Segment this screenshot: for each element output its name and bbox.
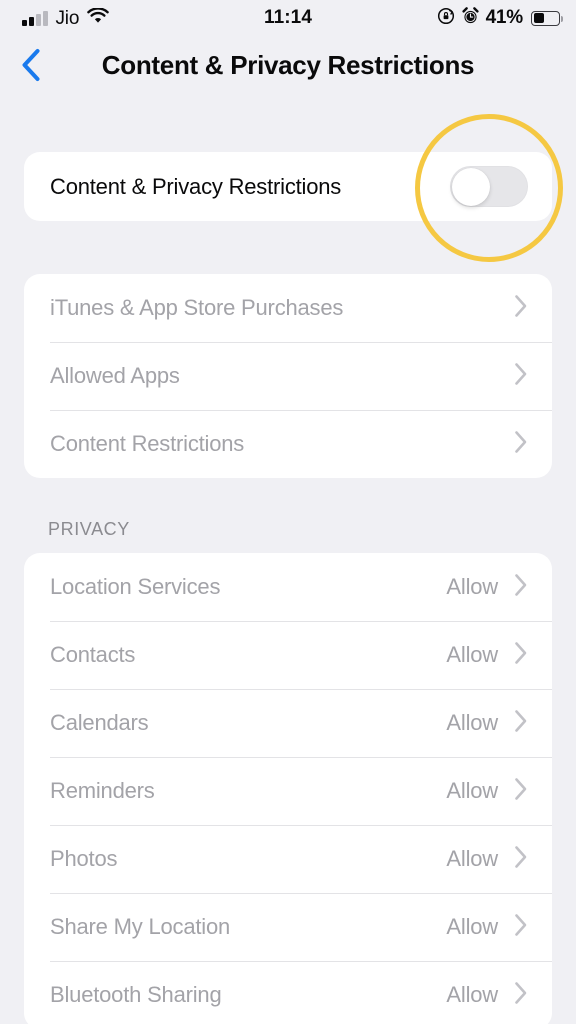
privacy-item-row[interactable]: Location Services Allow: [24, 553, 552, 621]
privacy-section-header: PRIVACY: [48, 519, 130, 539]
restriction-item-row[interactable]: iTunes & App Store Purchases: [24, 274, 552, 342]
privacy-item-row[interactable]: Reminders Allow: [24, 757, 552, 825]
privacy-item-label: Photos: [50, 846, 118, 871]
chevron-right-icon: [514, 294, 528, 323]
privacy-item-label: Calendars: [50, 710, 149, 735]
chevron-right-icon: [514, 362, 528, 391]
privacy-item-row[interactable]: Bluetooth Sharing Allow: [24, 961, 552, 1024]
chevron-right-icon: [514, 913, 528, 942]
privacy-item-value: Allow: [446, 846, 498, 871]
alarm-clock-icon: [461, 6, 479, 30]
privacy-item-label: Contacts: [50, 642, 136, 667]
battery-percentage-label: 41%: [485, 7, 524, 28]
privacy-card: Location Services Allow Contacts Allow Calen…: [24, 553, 552, 1024]
content-privacy-restrictions-label: Content & Privacy Restrictions: [50, 173, 342, 199]
privacy-item-value: Allow: [446, 710, 498, 735]
chevron-right-icon: [514, 641, 528, 670]
privacy-item-value: Allow: [446, 982, 498, 1007]
chevron-right-icon: [514, 981, 528, 1010]
privacy-item-value: Allow: [446, 574, 498, 599]
privacy-item-label: Share My Location: [50, 914, 231, 939]
page-title: Content & Privacy Restrictions: [101, 50, 475, 80]
privacy-item-value: Allow: [446, 642, 498, 667]
status-bar: Jio 11:14 41%: [0, 0, 576, 36]
restriction-item-row[interactable]: Allowed Apps: [24, 342, 552, 410]
content-privacy-toggle-card: Content & Privacy Restrictions: [24, 152, 552, 221]
restriction-item-label: iTunes & App Store Purchases: [50, 295, 344, 320]
privacy-item-label: Bluetooth Sharing: [50, 982, 222, 1007]
rotation-lock-icon: [437, 7, 455, 30]
battery-icon: [531, 10, 563, 26]
privacy-item-row[interactable]: Contacts Allow: [24, 621, 552, 689]
privacy-item-value: Allow: [446, 778, 498, 803]
content-privacy-restrictions-toggle[interactable]: [450, 166, 528, 207]
privacy-item-label: Location Services: [50, 574, 221, 599]
restriction-item-label: Content Restrictions: [50, 431, 245, 456]
privacy-item-label: Reminders: [50, 778, 155, 803]
status-bar-right: 41%: [437, 6, 563, 30]
chevron-right-icon: [514, 845, 528, 874]
restriction-item-row[interactable]: Content Restrictions: [24, 410, 552, 478]
restrictions-card: iTunes & App Store Purchases Allowed Apps…: [24, 274, 552, 478]
chevron-right-icon: [514, 430, 528, 459]
toggle-knob: [451, 167, 490, 206]
navigation-bar: Content & Privacy Restrictions: [0, 36, 576, 98]
iphone-settings-screen: Jio 11:14 41% Content & Privacy Restrict…: [0, 0, 576, 1024]
privacy-item-row[interactable]: Share My Location Allow: [24, 893, 552, 961]
privacy-item-row[interactable]: Calendars Allow: [24, 689, 552, 757]
chevron-right-icon: [514, 709, 528, 738]
privacy-item-value: Allow: [446, 914, 498, 939]
restriction-item-label: Allowed Apps: [50, 363, 180, 388]
chevron-right-icon: [514, 573, 528, 602]
privacy-item-row[interactable]: Photos Allow: [24, 825, 552, 893]
chevron-right-icon: [514, 777, 528, 806]
content-privacy-restrictions-row[interactable]: Content & Privacy Restrictions: [24, 152, 552, 221]
